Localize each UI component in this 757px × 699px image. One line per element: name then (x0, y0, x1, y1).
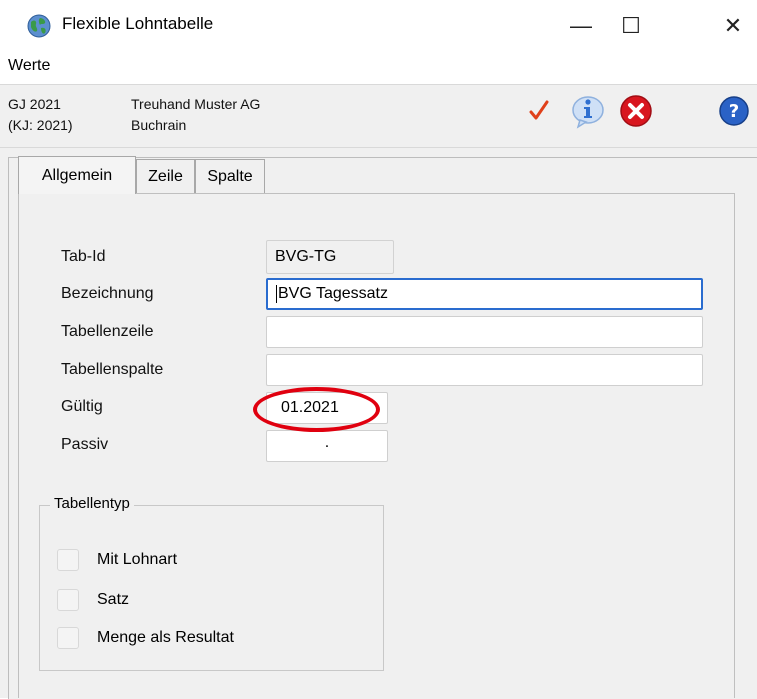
gueltig-label: Gültig (61, 398, 103, 415)
cancel-button[interactable] (617, 92, 655, 130)
highlight-ellipse (253, 387, 380, 432)
text-caret (276, 285, 277, 303)
satz-label: Satz (97, 591, 130, 608)
menu-bar (0, 50, 757, 82)
maximize-button[interactable]: ☐ (608, 8, 654, 44)
confirm-button[interactable] (520, 92, 558, 130)
menge-als-resultat-checkbox[interactable] (57, 627, 79, 649)
company-name: Treuhand Muster AG (131, 96, 261, 112)
passiv-field[interactable]: . (266, 430, 388, 462)
help-icon: ? (719, 96, 749, 126)
mit-lohnart-checkbox[interactable] (57, 549, 79, 571)
tabellenspalte-label: Tabellenspalte (61, 361, 164, 378)
tab-id-field: BVG-TG (266, 240, 394, 274)
tab-id-label: Tab-Id (61, 248, 106, 265)
tabellentyp-title: Tabellentyp (50, 495, 134, 512)
menu-item-werte[interactable]: Werte (8, 57, 50, 75)
passiv-label: Passiv (61, 436, 109, 453)
tabellenzeile-field[interactable] (266, 316, 703, 348)
minimize-button[interactable]: — (558, 8, 604, 44)
cancel-icon (620, 95, 652, 127)
tab-spalte[interactable]: Spalte (195, 159, 265, 193)
help-button[interactable]: ? (715, 92, 753, 130)
tabellenspalte-field[interactable] (266, 354, 703, 386)
fiscal-year: GJ 2021 (8, 96, 61, 112)
svg-text:?: ? (729, 101, 739, 122)
calendar-year: (KJ: 2021) (8, 117, 73, 133)
info-icon (572, 96, 604, 129)
menge-als-resultat-label: Menge als Resultat (97, 629, 234, 646)
company-location: Buchrain (131, 117, 187, 133)
passiv-value: . (324, 434, 330, 451)
satz-checkbox[interactable] (57, 589, 79, 611)
checkmark-icon (529, 100, 549, 120)
globe-app-icon (26, 13, 52, 39)
title-bar: Flexible Lohntabelle — ☐ ✕ (0, 0, 757, 50)
close-button[interactable]: ✕ (710, 8, 756, 44)
mit-lohnart-label: Mit Lohnart (97, 551, 178, 568)
tab-allgemein[interactable]: Allgemein (18, 156, 136, 194)
tabellenzeile-label: Tabellenzeile (61, 323, 154, 340)
bezeichnung-label: Bezeichnung (61, 285, 154, 302)
tab-zeile[interactable]: Zeile (136, 159, 195, 193)
bezeichnung-value: BVG Tagessatz (278, 285, 388, 302)
info-button[interactable] (569, 92, 607, 130)
window-title: Flexible Lohntabelle (62, 14, 214, 33)
tab-id-value: BVG-TG (275, 248, 337, 265)
bezeichnung-field[interactable]: BVG Tagessatz (266, 278, 703, 310)
